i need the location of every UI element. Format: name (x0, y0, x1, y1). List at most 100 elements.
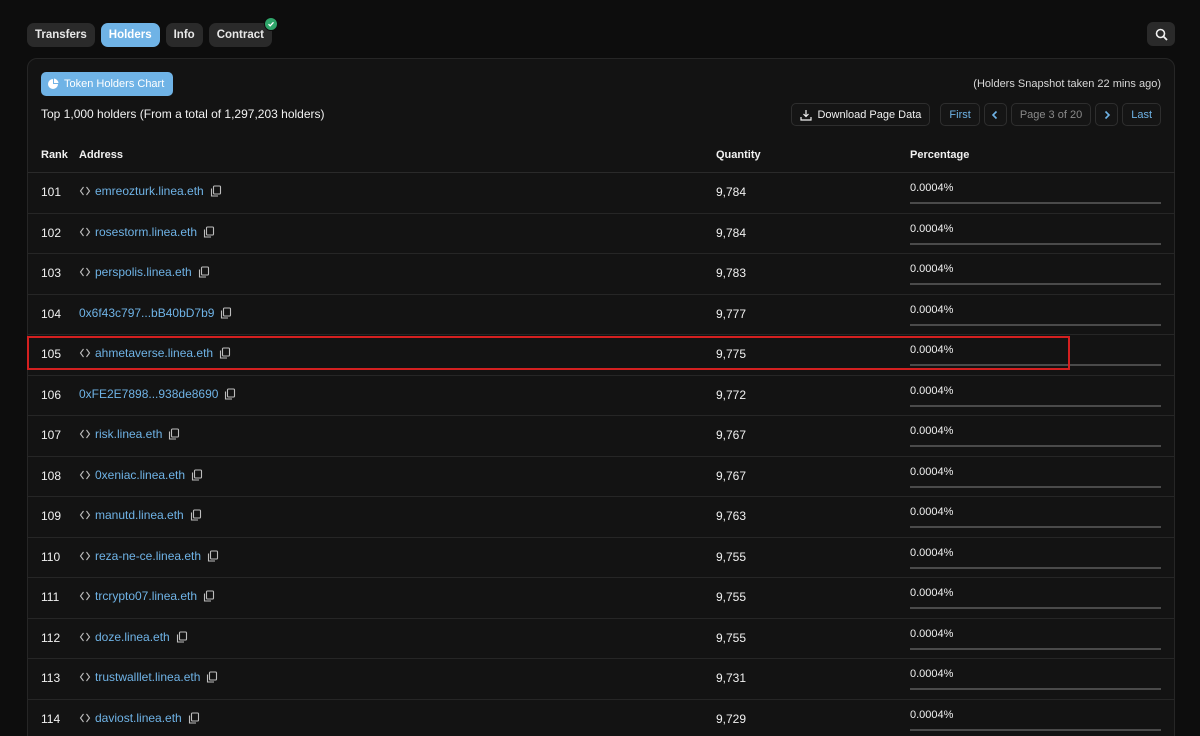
address-link[interactable]: trcrypto07.linea.eth (95, 589, 197, 603)
rank-cell: 113 (41, 671, 61, 685)
first-page-button[interactable]: First (940, 103, 980, 126)
ens-icon (79, 712, 91, 724)
ens-icon (79, 347, 91, 359)
quantity-cell: 9,777 (716, 306, 747, 321)
percentage-cell: 0.0004% (910, 506, 954, 518)
address-link[interactable]: 0x6f43c797...bB40bD7b9 (79, 306, 214, 320)
address-link[interactable]: doze.linea.eth (95, 630, 170, 644)
address-link[interactable]: rosestorm.linea.eth (95, 225, 197, 239)
percentage-cell: 0.0004% (910, 222, 954, 235)
percentage-cell: 0.0004% (910, 425, 954, 437)
address-cell: risk.linea.eth (79, 427, 180, 441)
tab-holders[interactable]: Holders (100, 23, 160, 47)
snapshot-note: (Holders Snapshot taken 22 mins ago) (973, 78, 1161, 90)
rank-cell: 109 (41, 509, 62, 523)
table-row: 110 reza-ne-ce.linea.eth 9,755 0.0004% (28, 538, 1175, 578)
quantity-cell: 9,729 (716, 711, 747, 726)
address-link[interactable]: trustwalllet.linea.eth (95, 670, 200, 684)
quantity-cell: 9,755 (716, 549, 747, 564)
rank-cell: 112 (41, 630, 61, 645)
percentage-bar (910, 364, 1161, 366)
copy-icon[interactable] (219, 347, 231, 359)
download-label: Download Page Data (817, 108, 922, 121)
table-row: 105 ahmetaverse.linea.eth 9,775 0.0004% (28, 335, 1175, 376)
ens-icon (79, 185, 91, 197)
quantity-cell: 9,783 (716, 266, 747, 280)
last-page-button[interactable]: Last (1122, 103, 1161, 126)
rank-cell: 108 (41, 468, 62, 483)
rank-cell: 110 (41, 549, 61, 564)
previous-page-button[interactable] (983, 103, 1007, 126)
page-indicator: Page 3 of 20 (1010, 103, 1092, 126)
tab-contract[interactable]: Contract (208, 17, 278, 47)
quantity-cell: 9,731 (716, 671, 747, 685)
percentage-bar (910, 688, 1161, 690)
address-link[interactable]: daviost.linea.eth (95, 711, 182, 725)
pagination: Download Page Data First Page 3 of 20 La… (791, 103, 1161, 126)
percentage-cell: 0.0004% (910, 627, 954, 640)
rank-cell: 104 (41, 306, 62, 321)
address-link[interactable]: 0xFE2E7898...938de8690 (79, 387, 218, 401)
copy-icon[interactable] (176, 630, 188, 643)
table-row: 113 trustwalllet.linea.eth 9,731 0.0004% (28, 659, 1175, 700)
address-link[interactable]: 0xeniac.linea.eth (95, 468, 185, 482)
percentage-bar (910, 526, 1161, 528)
chevron-right-icon (1104, 110, 1110, 119)
copy-icon[interactable] (168, 428, 180, 440)
ens-icon (79, 469, 91, 481)
quantity-cell: 9,763 (716, 509, 747, 523)
percentage-bar (910, 647, 1161, 650)
copy-icon[interactable] (207, 549, 219, 562)
address-cell: ahmetaverse.linea.eth (79, 346, 231, 360)
next-page-button[interactable] (1095, 103, 1119, 126)
address-cell: trustwalllet.linea.eth (79, 670, 218, 684)
address-cell: perspolis.linea.eth (79, 265, 210, 279)
chart-button-label: Token Holders Chart (64, 78, 165, 90)
percentage-cell: 0.0004% (910, 344, 954, 356)
copy-icon[interactable] (198, 266, 210, 278)
address-link[interactable]: risk.linea.eth (95, 427, 162, 441)
address-cell: manutd.linea.eth (79, 508, 202, 522)
address-link[interactable]: perspolis.linea.eth (95, 265, 192, 279)
ens-icon (79, 550, 91, 562)
address-cell: trcrypto07.linea.eth (79, 589, 215, 603)
percentage-cell: 0.0004% (910, 708, 954, 721)
copy-icon[interactable] (203, 225, 215, 238)
page: Transfers Holders Info Contract Token Ho… (0, 0, 1200, 736)
table-row: 103 perspolis.linea.eth 9,783 0.0004% (28, 254, 1175, 295)
quantity-cell: 9,767 (716, 428, 747, 442)
tab-transfers[interactable]: Transfers (27, 23, 95, 47)
copy-icon[interactable] (190, 509, 202, 521)
percentage-cell: 0.0004% (910, 303, 954, 316)
quantity-cell: 9,775 (716, 347, 747, 361)
copy-icon[interactable] (220, 306, 232, 319)
table-row: 111 trcrypto07.linea.eth 9,755 0.0004% (28, 578, 1175, 619)
copy-icon[interactable] (191, 468, 203, 481)
address-link[interactable]: ahmetaverse.linea.eth (95, 346, 213, 360)
table-row: 106 0xFE2E7898...938de8690 9,772 0.0004% (28, 376, 1175, 416)
copy-icon[interactable] (203, 590, 215, 602)
copy-icon[interactable] (210, 185, 222, 197)
search-icon (1155, 28, 1168, 41)
table-row: 102 rosestorm.linea.eth 9,784 0.0004% (28, 214, 1175, 254)
quantity-cell: 9,772 (716, 387, 747, 402)
token-holders-chart-button[interactable]: Token Holders Chart (41, 72, 174, 96)
address-link[interactable]: emreozturk.linea.eth (95, 184, 204, 198)
ens-icon (79, 671, 91, 683)
rank-cell: 101 (41, 185, 62, 199)
table-row: 112 doze.linea.eth 9,755 0.0004% (28, 619, 1175, 659)
address-cell: 0xeniac.linea.eth (79, 468, 203, 482)
address-link[interactable]: reza-ne-ce.linea.eth (95, 549, 201, 563)
copy-icon[interactable] (188, 711, 200, 724)
search-button[interactable] (1147, 22, 1175, 46)
ens-icon (79, 631, 91, 643)
tab-info[interactable]: Info (165, 23, 203, 47)
copy-icon[interactable] (224, 387, 236, 400)
percentage-bar (910, 404, 1161, 407)
download-page-data-button[interactable]: Download Page Data (791, 103, 931, 126)
ens-icon (79, 226, 91, 238)
download-icon (800, 109, 813, 121)
copy-icon[interactable] (206, 671, 218, 683)
rank-cell: 102 (41, 225, 62, 240)
address-link[interactable]: manutd.linea.eth (95, 508, 184, 522)
